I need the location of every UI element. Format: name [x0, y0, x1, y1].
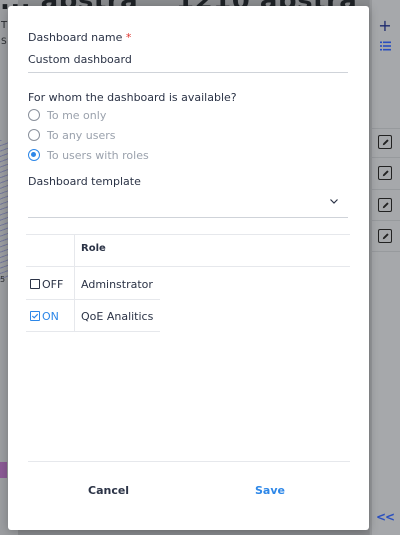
right-toolbar-divider	[370, 157, 400, 158]
dashboard-template-select[interactable]	[28, 194, 328, 210]
role-toggle-on[interactable]: ON	[30, 309, 59, 323]
table-header-border	[26, 266, 350, 267]
dashboard-name-label-text: Dashboard name	[28, 31, 123, 44]
toggle-label: ON	[42, 309, 59, 323]
role-name: QoE Analitics	[81, 310, 154, 323]
radio-to-any-users[interactable]: To any users	[28, 128, 116, 142]
right-toolbar-divider	[370, 220, 400, 221]
dashboard-template-label: Dashboard template	[28, 175, 141, 188]
double-chevron-left-icon[interactable]: <<	[376, 509, 395, 525]
dashboard-name-underline	[28, 72, 348, 73]
cancel-button[interactable]: Cancel	[88, 484, 129, 497]
right-toolbar-separator	[370, 0, 372, 535]
background-chart	[0, 140, 8, 280]
toggle-label: OFF	[42, 277, 64, 291]
dashboard-name-input[interactable]: Custom dashboard	[28, 53, 132, 66]
dashboard-template-underline	[28, 217, 348, 218]
radio-label: To any users	[47, 128, 116, 142]
role-toggle-off[interactable]: OFF	[30, 277, 63, 291]
radio-label: To users with roles	[47, 148, 149, 162]
background-fragment: 5	[0, 275, 6, 284]
dashboard-settings-dialog: Dashboard name * Custom dashboard For wh…	[8, 6, 369, 530]
role-name: Adminstrator	[81, 278, 153, 291]
radio-button[interactable]	[28, 129, 40, 141]
right-toolbar-divider	[370, 128, 400, 129]
table-header-role: Role	[81, 243, 106, 254]
list-icon[interactable]	[377, 38, 393, 54]
radio-to-me-only[interactable]: To me only	[28, 108, 106, 122]
chevron-down-icon[interactable]	[329, 196, 339, 206]
checkbox-checked-icon	[30, 311, 40, 321]
table-row-border	[26, 299, 160, 300]
radio-button[interactable]	[28, 109, 40, 121]
radio-to-users-with-roles[interactable]: To users with roles	[28, 148, 149, 162]
plus-icon[interactable]: +	[377, 16, 393, 35]
edit-icon[interactable]	[378, 166, 392, 180]
save-button[interactable]: Save	[255, 484, 285, 497]
right-toolbar	[369, 0, 400, 535]
background-fragment: S	[1, 37, 7, 47]
right-toolbar-divider	[370, 251, 400, 252]
table-column-divider	[74, 234, 75, 332]
required-mark: *	[125, 31, 132, 44]
checkbox-unchecked-icon	[30, 279, 40, 289]
background-chart-bar	[0, 462, 7, 478]
edit-icon[interactable]	[378, 135, 392, 149]
background-fragment: T	[1, 20, 8, 31]
edit-icon[interactable]	[378, 198, 392, 212]
radio-label: To me only	[47, 108, 107, 122]
dialog-footer-divider	[28, 461, 350, 462]
right-toolbar-divider	[370, 189, 400, 190]
availability-label: For whom the dashboard is available?	[28, 91, 237, 104]
table-row-border	[26, 331, 160, 332]
dashboard-name-label: Dashboard name *	[28, 31, 131, 44]
radio-button-selected[interactable]	[28, 149, 40, 161]
edit-icon[interactable]	[378, 229, 392, 243]
